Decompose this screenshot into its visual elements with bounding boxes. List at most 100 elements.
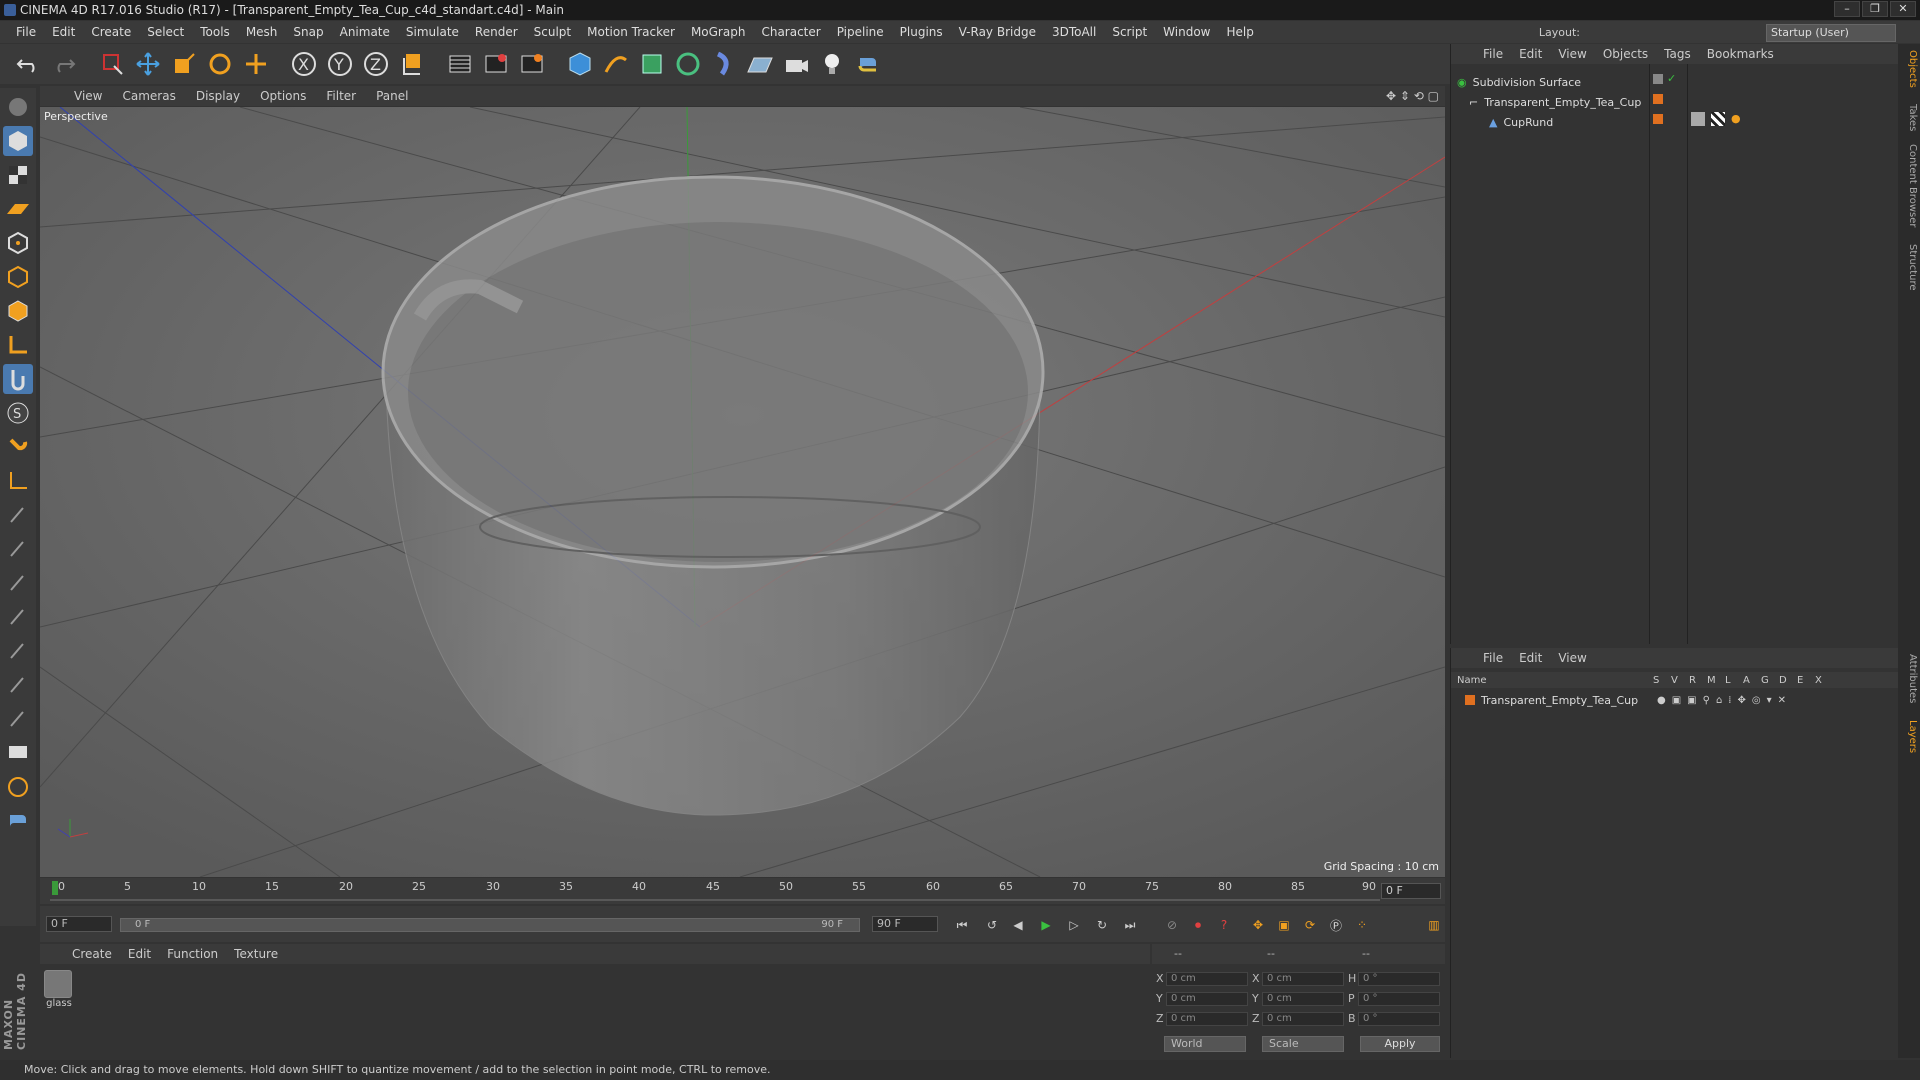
menu-sculpt[interactable]: Sculpt — [526, 25, 579, 39]
menu-render[interactable]: Render — [467, 25, 526, 39]
tab-structure[interactable]: Structure — [1900, 244, 1918, 291]
key-rotation-icon[interactable]: ⟳ — [1298, 914, 1322, 936]
menu-simulate[interactable]: Simulate — [398, 25, 467, 39]
tab-layers[interactable]: Layers — [1900, 720, 1918, 753]
goto-end-icon[interactable]: ⏭ — [1118, 914, 1142, 936]
tab-takes[interactable]: Takes — [1900, 104, 1918, 131]
brush-s-icon[interactable] — [3, 602, 33, 632]
position-y-field[interactable]: 0 cm — [1166, 992, 1248, 1006]
rotation-b-field[interactable]: 0 ° — [1358, 1012, 1440, 1026]
layer-color-swatch[interactable] — [1465, 695, 1475, 705]
close-button[interactable]: ✕ — [1890, 1, 1916, 17]
viewport-nav-icons[interactable]: ✥ ⇕ ⟲ ▢ — [1386, 89, 1439, 103]
rotation-p-field[interactable]: 0 ° — [1358, 992, 1440, 1006]
layer-flag-icons[interactable]: ●▣▣⚲⌂⁞✥◎▾✕ — [1657, 695, 1792, 706]
record-icon[interactable]: ⏺ — [1186, 914, 1210, 936]
x-axis-icon[interactable]: X — [288, 48, 320, 80]
workplane-icon[interactable] — [3, 194, 33, 224]
perspective-viewport[interactable]: Perspective Grid Spacing : 10 cm — [40, 107, 1445, 877]
undo-icon[interactable] — [12, 48, 44, 80]
scale-icon[interactable] — [168, 48, 200, 80]
menu-character[interactable]: Character — [753, 25, 828, 39]
lock-workplane-icon[interactable] — [3, 738, 33, 768]
tab-objects[interactable]: Objects — [1900, 50, 1918, 88]
viewport-menu-options[interactable]: Options — [250, 89, 316, 103]
light-icon[interactable] — [816, 48, 848, 80]
prev-key-icon[interactable]: ↺ — [980, 914, 1004, 936]
menu-edit[interactable]: Edit — [44, 25, 83, 39]
menu-vray-bridge[interactable]: V-Ray Bridge — [951, 25, 1044, 39]
layers-menu-file[interactable]: File — [1475, 651, 1511, 665]
snap-icon[interactable]: S — [3, 398, 33, 428]
menu-tools[interactable]: Tools — [192, 25, 238, 39]
brush-l-icon[interactable] — [3, 670, 33, 700]
menu-help[interactable]: Help — [1218, 25, 1261, 39]
layer-tag-icon[interactable] — [1653, 74, 1663, 84]
current-frame-field[interactable]: 0 F — [1381, 883, 1441, 899]
material-menu-edit[interactable]: Edit — [120, 947, 159, 961]
size-z-field[interactable]: 0 cm — [1262, 1012, 1344, 1026]
apply-button[interactable]: Apply — [1360, 1036, 1440, 1052]
next-frame-icon[interactable]: ▷ — [1062, 914, 1086, 936]
timeline-ruler[interactable]: 0 5 10 15 20 25 30 35 40 45 50 55 60 65 … — [40, 878, 1445, 904]
coordinate-system-icon[interactable] — [396, 48, 428, 80]
viewport-menu-filter[interactable]: Filter — [316, 89, 366, 103]
goto-start-icon[interactable]: ⏮ — [950, 914, 974, 936]
menu-mograph[interactable]: MoGraph — [683, 25, 754, 39]
coordinate-space-select[interactable]: World — [1164, 1036, 1246, 1052]
layers-menu-view[interactable]: View — [1550, 651, 1594, 665]
menu-motion-tracker[interactable]: Motion Tracker — [579, 25, 683, 39]
viewport-menu-cameras[interactable]: Cameras — [112, 89, 185, 103]
enabled-check-icon[interactable]: ✓ — [1667, 72, 1676, 85]
rotate-icon[interactable] — [204, 48, 236, 80]
objects-menu-tags[interactable]: Tags — [1656, 47, 1699, 61]
texture-tag-icon[interactable] — [1711, 112, 1725, 126]
menu-mesh[interactable]: Mesh — [238, 25, 286, 39]
menu-3dtoall[interactable]: 3DToAll — [1044, 25, 1104, 39]
cube-icon[interactable] — [564, 48, 596, 80]
objects-menu-edit[interactable]: Edit — [1511, 47, 1550, 61]
objects-menu-view[interactable]: View — [1550, 47, 1594, 61]
z-axis-icon[interactable]: Z — [360, 48, 392, 80]
menu-select[interactable]: Select — [139, 25, 192, 39]
viewport-menu-view[interactable]: View — [64, 89, 112, 103]
menu-window[interactable]: Window — [1155, 25, 1218, 39]
key-position-icon[interactable]: ✥ — [1246, 914, 1270, 936]
polygons-mode-icon[interactable] — [3, 296, 33, 326]
magnet-icon[interactable] — [3, 432, 33, 462]
brush-tool-icon[interactable] — [3, 500, 33, 530]
autokey-icon[interactable]: ? — [1212, 914, 1236, 936]
material-swatch[interactable]: glass — [44, 970, 74, 1009]
phong-tag-icon[interactable]: ● — [1731, 112, 1741, 125]
tab-attributes[interactable]: Attributes — [1900, 654, 1918, 703]
tweak-mode-icon[interactable] — [3, 364, 33, 394]
camera-icon[interactable] — [780, 48, 812, 80]
menu-script[interactable]: Script — [1104, 25, 1155, 39]
viewport-menu-panel[interactable]: Panel — [366, 89, 418, 103]
object-row[interactable]: ⌐ Transparent_Empty_Tea_Cup — [1469, 92, 1641, 112]
subdivision-icon[interactable] — [636, 48, 668, 80]
key-scale-icon[interactable]: ▣ — [1272, 914, 1296, 936]
move-add-icon[interactable] — [240, 48, 272, 80]
menu-pipeline[interactable]: Pipeline — [829, 25, 892, 39]
play-icon[interactable]: ▶ — [1034, 914, 1058, 936]
layer-color-icon[interactable] — [1653, 114, 1663, 124]
key-pla-icon[interactable]: ⁘ — [1350, 914, 1374, 936]
layer-row[interactable]: Transparent_Empty_Tea_Cup ●▣▣⚲⌂⁞✥◎▾✕ — [1465, 690, 1792, 710]
edit-render-settings-icon[interactable] — [516, 48, 548, 80]
tab-content-browser[interactable]: Content Browser — [1900, 144, 1918, 227]
render-picture-viewer-icon[interactable] — [480, 48, 512, 80]
pen-icon[interactable] — [600, 48, 632, 80]
edges-mode-icon[interactable] — [3, 262, 33, 292]
keyframe-icon[interactable]: ⊘ — [1160, 914, 1184, 936]
live-selection-icon[interactable] — [96, 48, 128, 80]
position-z-field[interactable]: 0 cm — [1166, 1012, 1248, 1026]
redo-icon[interactable] — [48, 48, 80, 80]
viewport-menu-display[interactable]: Display — [186, 89, 250, 103]
floor-icon[interactable] — [744, 48, 776, 80]
menu-file[interactable]: File — [8, 25, 44, 39]
menu-create[interactable]: Create — [83, 25, 139, 39]
brush-m-icon[interactable] — [3, 704, 33, 734]
objects-menu-bookmarks[interactable]: Bookmarks — [1699, 47, 1782, 61]
python-icon[interactable] — [852, 48, 884, 80]
